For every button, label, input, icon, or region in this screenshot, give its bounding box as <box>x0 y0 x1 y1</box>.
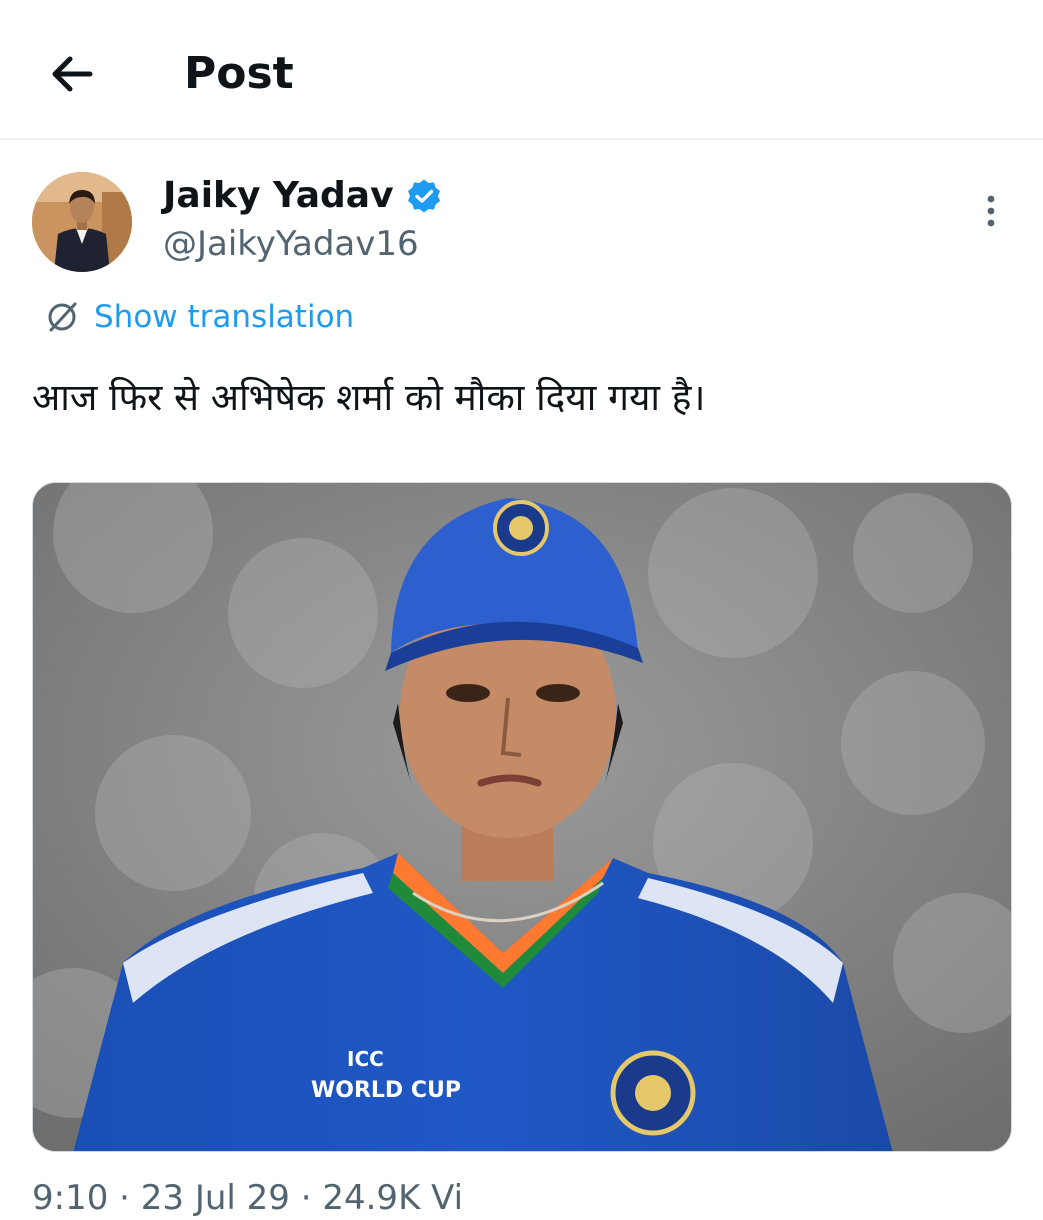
author-name-row: Jaiky Yadav <box>163 172 442 220</box>
jersey-text-world-cup: WORLD CUP <box>311 1078 461 1103</box>
more-options-button[interactable] <box>970 190 1012 232</box>
verified-badge-icon <box>406 178 442 214</box>
page-title: Post <box>184 48 294 99</box>
avatar-photo <box>32 172 132 272</box>
back-button[interactable] <box>44 46 100 102</box>
show-translation-row: Show translation <box>44 294 354 340</box>
top-bar: Post <box>0 0 1043 140</box>
cricketer-photo: ICC WORLD CUP <box>33 483 1011 1151</box>
post-image[interactable]: ICC WORLD CUP <box>32 482 1012 1152</box>
author-handle[interactable]: @JaikyYadav16 <box>163 222 419 266</box>
post-text: आज फिर से अभिषेक शर्मा को मौका दिया गया … <box>32 376 706 419</box>
author-name[interactable]: Jaiky Yadav <box>163 172 394 220</box>
arrow-left-icon <box>52 56 93 92</box>
author-avatar[interactable] <box>32 172 132 272</box>
post-meta: 9:10 · 23 Jul 29 · 24.9K Vi <box>32 1178 464 1218</box>
show-translation-link[interactable]: Show translation <box>94 294 354 340</box>
jersey-text-icc: ICC <box>347 1047 384 1071</box>
translate-icon <box>44 299 80 335</box>
more-vertical-icon <box>987 195 995 227</box>
